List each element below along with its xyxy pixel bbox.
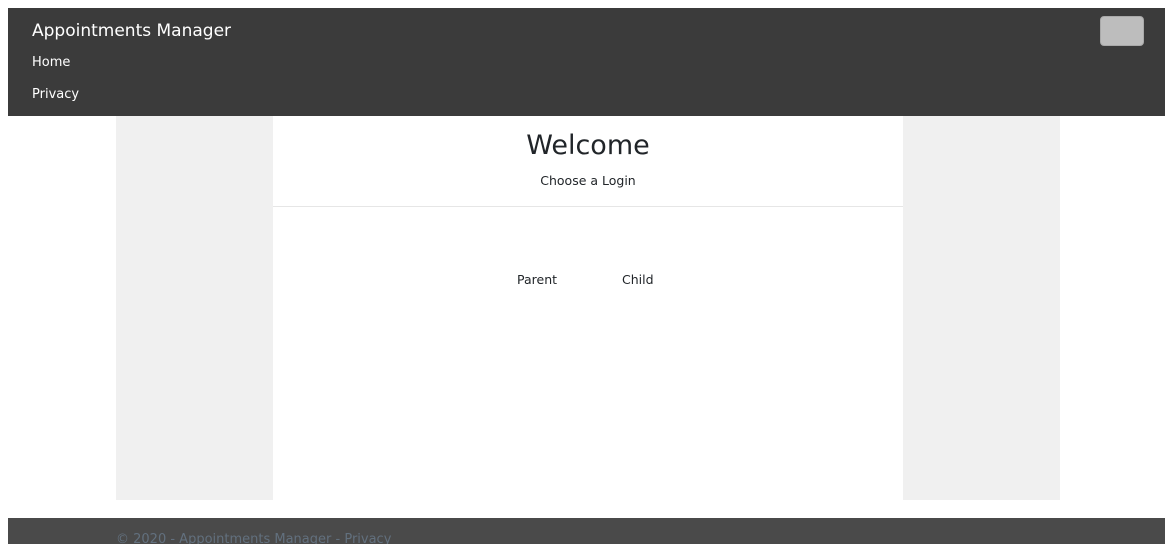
page-title: Welcome	[526, 130, 650, 161]
footer-copyright: © 2020 - Appointments Manager -	[116, 532, 341, 544]
child-login-link[interactable]: Child	[622, 272, 654, 288]
nav-home-link[interactable]: Home	[32, 55, 70, 71]
left-sidebar	[116, 116, 273, 500]
divider	[273, 206, 903, 207]
navbar: Appointments Manager Home Privacy	[8, 8, 1165, 116]
footer-text: © 2020 - Appointments Manager - Privacy	[116, 532, 391, 544]
parent-login-link[interactable]: Parent	[517, 272, 557, 288]
brand-link[interactable]: Appointments Manager	[32, 20, 231, 42]
menu-toggle-button[interactable]	[1100, 16, 1144, 46]
page-subtitle: Choose a Login	[540, 173, 636, 188]
footer-privacy-link[interactable]: Privacy	[344, 532, 391, 544]
nav-privacy-link[interactable]: Privacy	[32, 87, 79, 103]
main-content: Welcome Choose a Login Parent Child	[273, 116, 903, 500]
right-sidebar	[903, 116, 1060, 500]
footer: © 2020 - Appointments Manager - Privacy	[8, 518, 1165, 544]
